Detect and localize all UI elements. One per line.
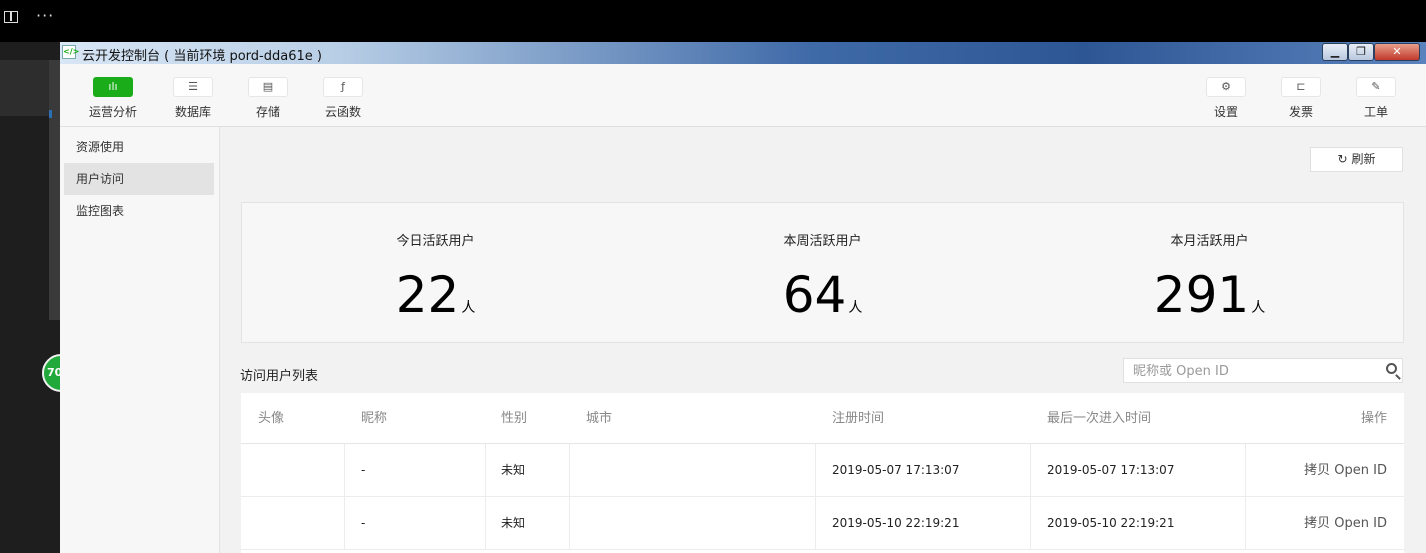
col-last-visit: 最后一次进入时间 (1047, 411, 1152, 426)
stat-value: 64 (782, 266, 847, 324)
col-action: 操作 (1360, 411, 1387, 426)
maximize-button[interactable]: ❐ (1348, 43, 1374, 61)
host-left-panel: 70 (0, 42, 80, 553)
col-city: 城市 (586, 411, 613, 426)
minimize-button[interactable]: ▁ (1322, 43, 1348, 61)
stat-unit: 人 (848, 300, 863, 316)
table-row: - 未知 2019-05-10 22:19:21 2019-05-10 22:1… (241, 497, 1404, 550)
search-icon[interactable] (1386, 363, 1397, 374)
tab-analytics[interactable]: ılı 运营分析 (83, 77, 143, 120)
col-gender: 性别 (501, 411, 528, 426)
tab-functions[interactable]: ƒ 云函数 (313, 77, 373, 120)
ticket-label: 工单 (1363, 105, 1388, 119)
table-header: 头像 昵称 性别 城市 注册时间 最后一次进入时间 操作 (241, 393, 1404, 444)
sidebar-item-monitoring[interactable]: 监控图表 (64, 195, 214, 227)
stat-label: 今日活跃用户 (396, 234, 475, 249)
tab-storage-label: 存储 (255, 105, 280, 119)
main-content: ↻ 刷新 今日活跃用户 22 人 本周活跃用户 64 人 本月活跃用户 291 人 访… (221, 127, 1426, 553)
tab-storage[interactable]: ▤ 存储 (238, 77, 298, 120)
stat-unit: 人 (461, 300, 476, 316)
tab-functions-label: 云函数 (324, 105, 361, 119)
toolbar: ılı 运营分析 ☰ 数据库 ▤ 存储 ƒ 云函数 ⚙ 设置 ⊏ 发票 ✎ 工单 (60, 64, 1426, 127)
function-icon: ƒ (323, 77, 363, 97)
tab-database[interactable]: ☰ 数据库 (163, 77, 223, 120)
copy-openid-link[interactable]: 拷贝 Open ID (1304, 444, 1387, 497)
window-title: 云开发控制台 ( 当前环境 pord-dda61e ) (82, 49, 322, 64)
cell-nickname: - (361, 463, 366, 477)
gear-icon: ⚙ (1206, 77, 1246, 97)
invoice-label: 发票 (1288, 105, 1313, 119)
stats-card: 今日活跃用户 22 人 本周活跃用户 64 人 本月活跃用户 291 人 (241, 202, 1404, 343)
tab-database-label: 数据库 (174, 105, 211, 119)
stat-value: 22 (395, 266, 460, 324)
stat-unit: 人 (1251, 300, 1266, 316)
cell-last-visit: 2019-05-07 17:13:07 (1047, 463, 1175, 477)
col-registered: 注册时间 (832, 411, 885, 426)
sidebar-item-resource-usage[interactable]: 资源使用 (64, 131, 214, 163)
stat-label: 本周活跃用户 (783, 234, 862, 249)
layout-icon[interactable] (4, 11, 18, 23)
table-row: - 未知 2019-05-07 17:13:07 2019-05-07 17:1… (241, 444, 1404, 497)
database-icon: ☰ (173, 77, 213, 97)
col-nickname: 昵称 (361, 411, 388, 426)
storage-icon: ▤ (248, 77, 288, 97)
list-title: 访问用户列表 (240, 369, 319, 384)
cell-last-visit: 2019-05-10 22:19:21 (1047, 516, 1175, 530)
screen: ··· 70 </> 云开发控制台 ( 当前环境 pord-dda61e ) ▁… (0, 0, 1426, 553)
stat-value: 291 (1153, 266, 1250, 324)
host-divider (49, 60, 60, 320)
refresh-label: 刷新 (1351, 152, 1376, 166)
stat-label: 本月活跃用户 (1170, 234, 1249, 249)
close-button[interactable]: ✕ (1374, 43, 1420, 61)
sidebar-item-user-access[interactable]: 用户访问 (64, 163, 214, 195)
host-top-bar: ··· (0, 0, 1426, 42)
ticket-button[interactable]: ✎ 工单 (1346, 77, 1406, 120)
tab-analytics-label: 运营分析 (88, 105, 137, 119)
console-window: </> 云开发控制台 ( 当前环境 pord-dda61e ) ▁ ❐ ✕ ıl… (60, 42, 1426, 553)
copy-openid-link[interactable]: 拷贝 Open ID (1304, 497, 1387, 550)
window-titlebar: </> 云开发控制台 ( 当前环境 pord-dda61e ) ▁ ❐ ✕ (60, 42, 1426, 64)
search-input[interactable] (1133, 362, 1373, 380)
cell-registered: 2019-05-10 22:19:21 (832, 516, 960, 530)
settings-button[interactable]: ⚙ 设置 (1196, 77, 1256, 120)
cell-gender: 未知 (501, 516, 526, 530)
cell-registered: 2019-05-07 17:13:07 (832, 463, 960, 477)
sidebar: 资源使用 用户访问 监控图表 (60, 127, 220, 553)
host-indicator (49, 110, 52, 118)
refresh-button[interactable]: ↻ 刷新 (1310, 147, 1403, 172)
refresh-icon: ↻ (1337, 152, 1348, 166)
more-icon[interactable]: ··· (36, 6, 54, 25)
invoice-icon: ⊏ (1281, 77, 1321, 97)
cell-gender: 未知 (501, 463, 526, 477)
bar-chart-icon: ılı (93, 77, 133, 97)
invoice-button[interactable]: ⊏ 发票 (1271, 77, 1331, 120)
col-avatar: 头像 (258, 411, 285, 426)
app-icon: </> (62, 45, 79, 59)
ticket-icon: ✎ (1356, 77, 1396, 97)
cell-nickname: - (361, 516, 366, 530)
settings-label: 设置 (1213, 105, 1238, 119)
search-box (1123, 358, 1403, 383)
user-table: 头像 昵称 性别 城市 注册时间 最后一次进入时间 操作 - 未知 2019-0… (241, 393, 1404, 553)
